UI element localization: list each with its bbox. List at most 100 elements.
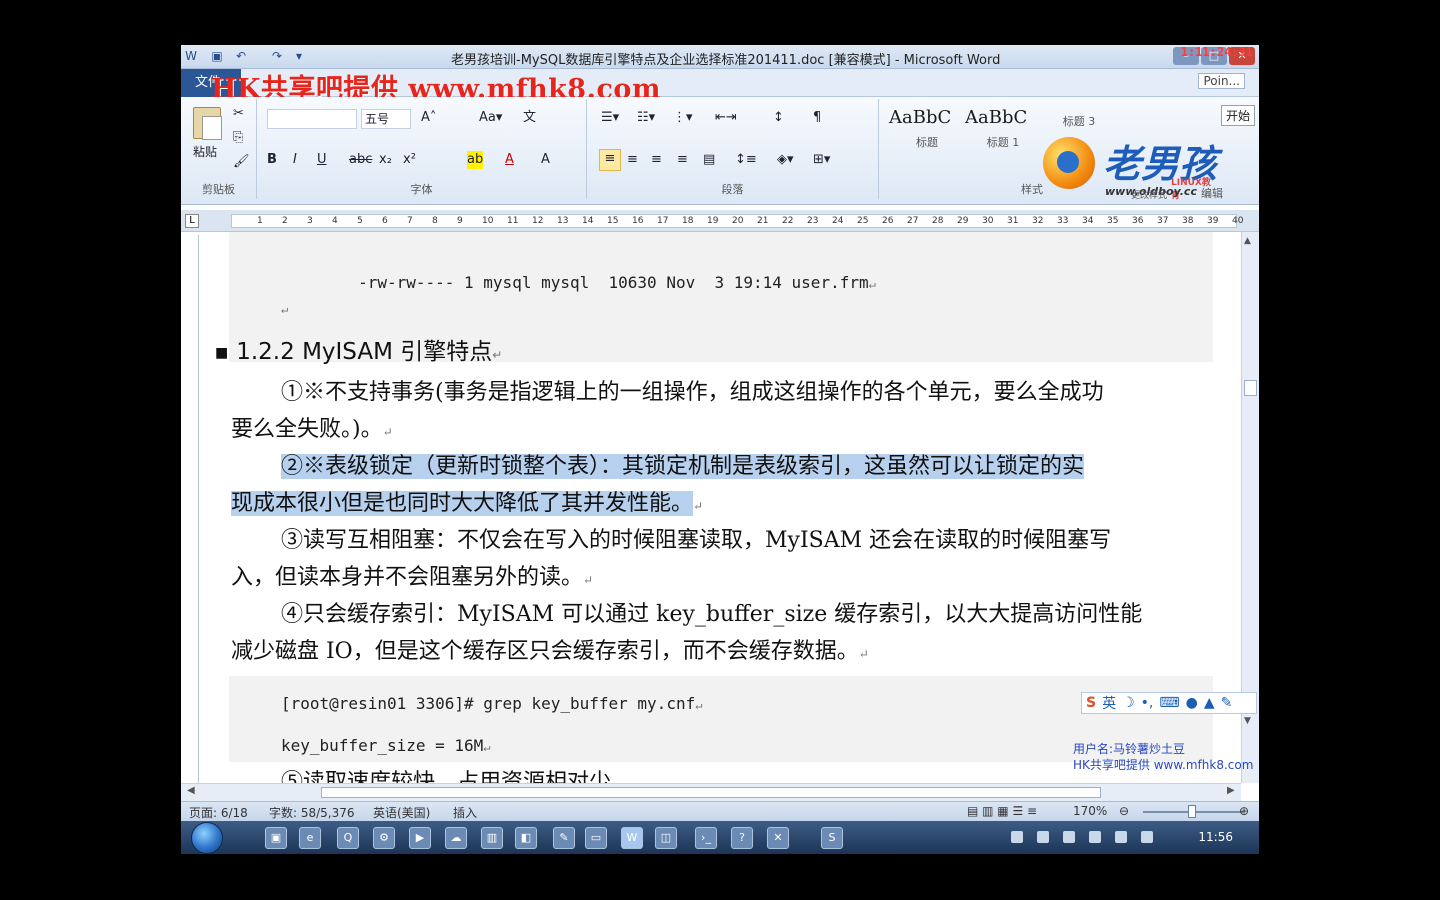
line-spacing-icon[interactable]: ↕≡ [735,151,757,169]
taskbar-ie-icon[interactable]: e [299,827,321,849]
tray-icon[interactable] [1037,831,1049,843]
taskbar-word-icon[interactable]: W [621,827,643,849]
zoom-slider-thumb[interactable] [1188,805,1196,818]
distributed-icon[interactable]: ▤ [703,151,715,169]
highlight-icon[interactable]: ab [467,151,484,169]
underline-icon[interactable]: U [317,151,327,169]
style-title[interactable]: AaBbC 标题 [889,107,965,163]
taskbar-doc-icon[interactable]: ▥ [481,827,503,849]
subscript-icon[interactable]: x₂ [379,151,392,169]
ruler-tick-label: 17 [657,216,669,226]
scroll-thumb[interactable] [1244,380,1257,396]
keyboard-icon[interactable]: ⌨ [1159,695,1179,711]
insert-mode[interactable]: 插入 [453,804,477,821]
taskbar-help-icon[interactable]: ? [731,827,753,849]
page-count[interactable]: 页面: 6/18 [189,804,248,821]
taskbar-sogou-icon[interactable]: S [821,827,843,849]
skin-icon[interactable]: ▲ [1204,695,1215,711]
paste-icon[interactable] [193,107,222,140]
taskbar-app-icon[interactable]: ⚙ [373,827,395,849]
grow-font-icon[interactable]: A˄ [421,109,436,127]
horizontal-ruler: L 1 2 3 4 5 6 7 8 9 10 11 12 13 14 15 16 17 18 19 20 21 22 23 2… [181,210,1259,232]
taskbar-image-icon[interactable]: ◧ [515,827,537,849]
tray-icon[interactable] [1011,831,1023,843]
windows-start-icon[interactable] [191,822,223,854]
tab-selector[interactable]: L [185,214,199,228]
scroll-up-icon[interactable]: ▲ [1244,236,1251,246]
hscroll-thumb[interactable] [321,787,1101,798]
taskbar-cloud-icon[interactable]: ☁ [445,827,467,849]
char-shading-icon[interactable]: A [541,151,550,169]
ime-toolbar[interactable]: S 英 ☽ •, ⌨ ● ▲ ✎ [1081,692,1257,714]
tools-icon[interactable]: ✎ [1221,695,1233,711]
font-name-box[interactable] [267,109,357,129]
zoom-in-icon[interactable]: ⊕ [1239,804,1249,818]
ruler-strip[interactable]: 1 2 3 4 5 6 7 8 9 10 11 12 13 14 15 16 17 18 19 20 21 22 23 24 2… [231,214,1243,228]
align-center-icon[interactable]: ≡ [627,151,638,169]
font-color-icon[interactable]: A [505,151,514,169]
font-group: 五号 A˄ Aa▾ 文 B I U abc x₂ x² ab A A 字体 [257,99,587,199]
superscript-icon[interactable]: x² [403,151,416,169]
redo-icon[interactable]: ↷ [269,48,285,64]
taskbar-app-icon[interactable]: ▶ [409,827,431,849]
undo-icon[interactable]: ↶ [233,48,249,64]
taskbar-folder-icon[interactable]: ▭ [585,827,607,849]
horizontal-scrollbar[interactable]: ◀ ▶ [181,783,1241,801]
zoom-out-icon[interactable]: ⊖ [1119,804,1129,818]
bold-icon[interactable]: B [267,151,277,169]
style-heading-1[interactable]: AaBbC 标题 1 [965,107,1041,163]
language-status[interactable]: 英语(美国) [373,804,430,821]
ruler-tick-label: 15 [607,216,619,226]
multilevel-list-icon[interactable]: ⋮▾ [673,109,693,127]
volume-icon[interactable] [1089,831,1101,843]
numbering-icon[interactable]: ☷▾ [637,109,655,127]
word-app-icon[interactable]: W [183,48,199,64]
vertical-ruler[interactable] [185,235,199,783]
taskbar-notes-icon[interactable]: ✎ [553,827,575,849]
align-left-icon[interactable]: ≡ [599,149,621,171]
taskbar-explorer-icon[interactable]: ▣ [265,827,287,849]
save-icon[interactable]: ▣ [209,48,225,64]
show-marks-icon[interactable]: ¶ [813,109,821,127]
clock[interactable]: 11:56 [1198,830,1233,844]
word-count[interactable]: 字数: 58/5,376 [269,804,355,821]
speaker-icon[interactable] [1141,831,1153,843]
user-icon[interactable]: ● [1186,695,1198,711]
taskbar-app-icon[interactable]: ✕ [767,827,789,849]
zoom-level[interactable]: 170% [1073,804,1107,818]
view-buttons[interactable]: ▤ ▥ ▦ ☰ ≡ [967,804,1037,818]
scroll-down-icon[interactable]: ▼ [1244,716,1251,726]
tray-icon[interactable] [1063,831,1075,843]
scroll-right-icon[interactable]: ▶ [1227,785,1235,796]
indent-icon[interactable]: ⇤⇥ [715,109,737,127]
bullets-icon[interactable]: ☰▾ [601,109,619,127]
moon-icon[interactable]: ☽ [1122,695,1135,711]
phonetic-icon[interactable]: 文 [523,109,536,127]
scroll-left-icon[interactable]: ◀ [187,785,195,796]
paste-button[interactable]: 粘贴 [193,143,217,161]
format-painter-icon[interactable]: 🖌 [233,153,250,171]
customize-qat-icon[interactable]: ▾ [291,48,307,64]
sort-icon[interactable]: ↕ [773,109,784,127]
change-styles-button[interactable]: 更改样式 [1131,187,1167,205]
network-icon[interactable] [1115,831,1127,843]
tab-point[interactable]: Poin... [1198,73,1245,89]
justify-icon[interactable]: ≡ [677,151,688,169]
taskbar-terminal-icon[interactable]: ›_ [695,827,717,849]
strikethrough-icon[interactable]: abc [349,151,372,169]
editing-button[interactable]: 编辑 [1201,185,1223,203]
borders-icon[interactable]: ⊞▾ [813,151,830,169]
cut-icon[interactable]: ✂ [233,105,244,123]
shading-icon[interactable]: ◈▾ [777,151,794,169]
ime-language[interactable]: 英 [1102,693,1116,713]
change-case-icon[interactable]: Aa▾ [479,109,502,127]
start-button[interactable]: 开始 [1220,105,1255,126]
taskbar-app-icon[interactable]: ◫ [655,827,677,849]
taskbar-qq-icon[interactable]: Q [337,827,359,849]
punctuation-icon[interactable]: •, [1141,695,1154,711]
font-size-box[interactable]: 五号 [361,109,411,129]
align-right-icon[interactable]: ≡ [651,151,662,169]
italic-icon[interactable]: I [293,151,297,169]
copy-icon[interactable]: ⎘ [233,129,243,147]
sogou-icon[interactable]: S [1086,695,1096,711]
